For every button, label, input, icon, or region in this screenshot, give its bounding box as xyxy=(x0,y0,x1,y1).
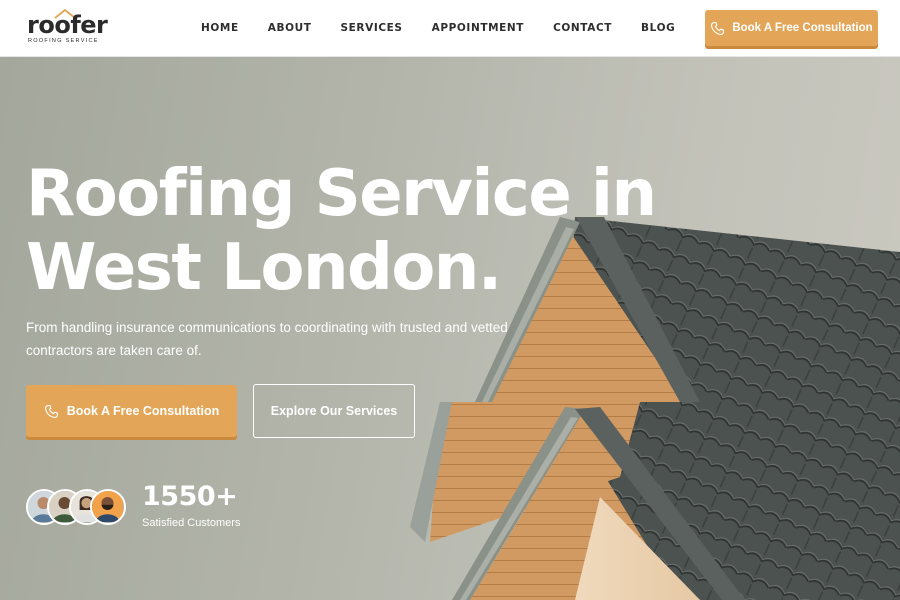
nav-item-home[interactable]: HOME xyxy=(201,21,239,35)
phone-icon xyxy=(711,21,725,35)
explore-services-label: Explore Our Services xyxy=(270,404,398,418)
hero-section: Roofing Service in West London. From han… xyxy=(0,57,900,600)
hero-title: Roofing Service in West London. xyxy=(26,157,657,305)
nav-item-contact[interactable]: CONTACT xyxy=(553,21,612,35)
brand-name: roofer xyxy=(27,11,108,39)
book-consultation-button[interactable]: Book A Free Consultation xyxy=(26,385,237,437)
nav-item-about[interactable]: ABOUT xyxy=(268,21,312,35)
brand-logo[interactable]: roofer ROOFING SERVICE xyxy=(27,9,108,46)
explore-services-button[interactable]: Explore Our Services xyxy=(253,384,415,438)
header-consultation-label: Book A Free Consultation xyxy=(732,22,873,34)
hero-subtitle: From handling insurance communications t… xyxy=(26,320,508,358)
customers-count: 1550+ xyxy=(142,481,238,512)
phone-icon xyxy=(44,404,58,418)
book-consultation-label: Book A Free Consultation xyxy=(66,404,220,418)
site-header: roofer ROOFING SERVICE HOME ABOUT SERVIC… xyxy=(0,0,900,57)
nav-item-services[interactable]: SERVICES xyxy=(341,21,403,35)
nav-item-blog[interactable]: BLOG xyxy=(641,21,675,35)
customers-label: Satisfied Customers xyxy=(142,517,241,529)
avatar xyxy=(90,489,126,525)
brand-tagline: ROOFING SERVICE xyxy=(28,38,99,44)
customer-avatars xyxy=(26,489,126,525)
nav-item-appointment[interactable]: APPOINTMENT xyxy=(432,21,524,35)
header-consultation-button[interactable]: Book A Free Consultation xyxy=(705,10,878,46)
main-nav: HOME ABOUT SERVICES APPOINTMENT CONTACT … xyxy=(201,21,704,35)
